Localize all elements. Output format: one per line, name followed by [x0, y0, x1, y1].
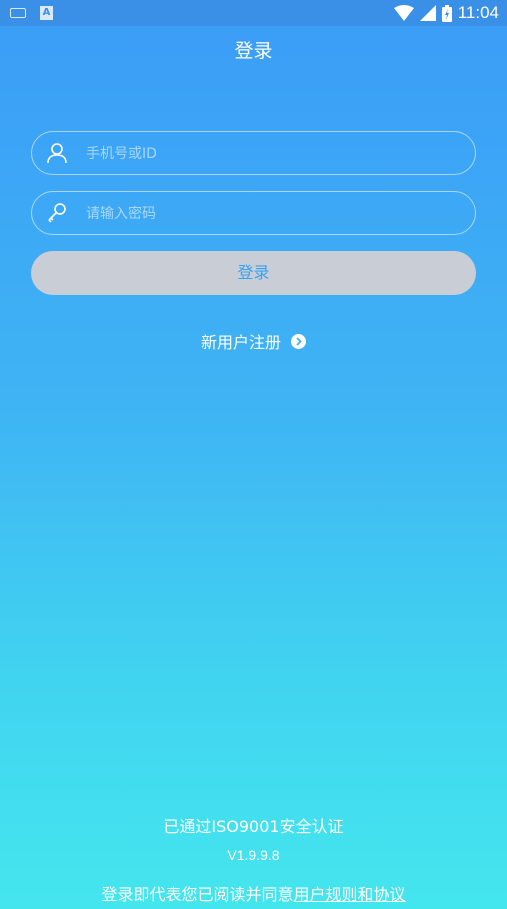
version-text: V1.9.9.8	[227, 847, 280, 863]
agreement-link[interactable]: 用户规则和协议	[294, 885, 406, 904]
account-input[interactable]	[84, 132, 458, 175]
chevron-right-icon	[291, 334, 306, 349]
notification-a-icon: A	[40, 6, 53, 20]
key-icon	[48, 203, 66, 223]
account-field[interactable]	[31, 131, 476, 175]
user-icon	[47, 143, 67, 164]
password-input[interactable]	[84, 192, 458, 235]
register-link[interactable]: 新用户注册	[0, 329, 507, 353]
status-bar: A 11:04	[0, 0, 507, 26]
signal-icon	[419, 5, 436, 21]
status-bar-left: A	[10, 6, 53, 20]
status-bar-right: 11:04	[393, 3, 499, 23]
wifi-icon	[393, 5, 414, 21]
page-title: 登录	[234, 40, 273, 62]
battery-icon	[441, 4, 452, 22]
status-time: 11:04	[457, 3, 499, 22]
agreement-text: 登录即代表您已阅读并同意用户规则和协议	[0, 881, 507, 905]
agreement-prefix: 登录即代表您已阅读并同意	[101, 885, 294, 904]
certification-text: 已通过ISO9001安全认证	[163, 817, 344, 836]
login-button[interactable]: 登录	[31, 251, 476, 295]
keyboard-icon	[10, 8, 26, 18]
password-field[interactable]	[31, 191, 476, 235]
register-label: 新用户注册	[200, 333, 281, 352]
